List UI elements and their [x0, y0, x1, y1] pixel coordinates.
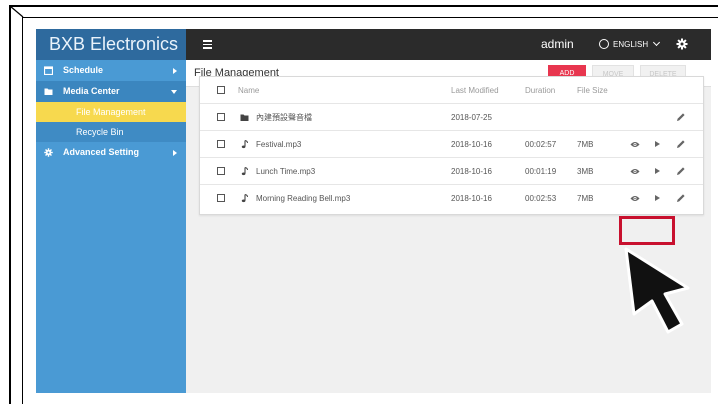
- sidebar-item-recycle-bin[interactable]: Recycle Bin: [36, 122, 186, 142]
- column-header-duration[interactable]: Duration: [525, 77, 555, 104]
- music-note-icon: [241, 194, 248, 203]
- file-name[interactable]: Morning Reading Bell.mp3: [256, 185, 350, 212]
- frame-top-border: [9, 5, 718, 7]
- column-header-file-size[interactable]: File Size: [577, 77, 608, 104]
- file-size: 3MB: [577, 167, 594, 176]
- brand-logo[interactable]: BXB Electronics: [36, 29, 186, 60]
- file-table: Name Last Modified Duration File Size 內建…: [199, 76, 704, 215]
- row-checkbox[interactable]: [217, 167, 225, 175]
- file-name[interactable]: 內建預設聲音檔: [256, 104, 312, 131]
- caret-right-icon: [173, 68, 177, 74]
- folder-icon: [44, 88, 53, 95]
- globe-icon: [599, 38, 609, 49]
- frame-inner-left-border: [22, 17, 23, 404]
- sidebar-item-media-center[interactable]: Media Center: [36, 81, 186, 102]
- duration: 00:02:53: [525, 194, 557, 203]
- last-modified: 2018-10-16: [451, 194, 492, 203]
- table-row[interactable]: Morning Reading Bell.mp3 2018-10-16 00:0…: [200, 185, 703, 212]
- file-name[interactable]: Festival.mp3: [256, 131, 301, 158]
- sidebar-item-label: Schedule: [63, 65, 104, 75]
- row-checkbox[interactable]: [217, 140, 225, 148]
- frame-corner-line: [9, 5, 24, 18]
- gear-icon: [44, 148, 53, 157]
- settings-gear-icon[interactable]: [676, 38, 688, 50]
- sidebar-item-schedule[interactable]: Schedule: [36, 60, 186, 81]
- sidebar: BXB Electronics Schedule Media Center Fi…: [36, 29, 186, 393]
- table-header-row: Name Last Modified Duration File Size: [200, 77, 703, 104]
- highlight-box: [619, 216, 675, 245]
- eye-icon[interactable]: [630, 195, 640, 202]
- caret-right-icon: [173, 150, 177, 156]
- calendar-icon: [44, 66, 53, 75]
- column-header-last-modified[interactable]: Last Modified: [451, 77, 499, 104]
- play-icon[interactable]: [655, 141, 660, 147]
- menu-icon[interactable]: [203, 40, 212, 49]
- folder-icon: [240, 114, 249, 121]
- last-modified: 2018-10-16: [451, 140, 492, 149]
- table-row[interactable]: Festival.mp3 2018-10-16 00:02:57 7MB: [200, 131, 703, 158]
- row-checkbox[interactable]: [217, 113, 225, 121]
- frame-left-border: [9, 5, 11, 404]
- select-all-checkbox[interactable]: [217, 86, 225, 94]
- language-selector[interactable]: ENGLISH: [599, 29, 661, 60]
- row-checkbox[interactable]: [217, 194, 225, 202]
- music-note-icon: [241, 140, 248, 149]
- sidebar-item-label: Advanced Setting: [63, 147, 140, 157]
- sidebar-item-advanced-setting[interactable]: Advanced Setting: [36, 142, 186, 163]
- pencil-icon[interactable]: [676, 139, 686, 149]
- column-header-name[interactable]: Name: [238, 77, 259, 104]
- language-label: ENGLISH: [613, 40, 649, 49]
- music-note-icon: [241, 167, 248, 176]
- frame-inner-top-border: [22, 17, 718, 18]
- app-window: BXB Electronics Schedule Media Center Fi…: [36, 29, 711, 393]
- last-modified: 2018-07-25: [451, 113, 492, 122]
- eye-icon[interactable]: [630, 168, 640, 175]
- top-bar: admin ENGLISH: [186, 29, 711, 60]
- pencil-icon[interactable]: [676, 193, 686, 203]
- duration: 00:02:57: [525, 140, 557, 149]
- play-icon[interactable]: [655, 195, 660, 201]
- pencil-icon[interactable]: [676, 112, 686, 122]
- caret-down-icon: [171, 90, 177, 94]
- pencil-icon[interactable]: [676, 166, 686, 176]
- file-size: 7MB: [577, 140, 594, 149]
- table-row[interactable]: 內建預設聲音檔 2018-07-25: [200, 104, 703, 131]
- file-size: 7MB: [577, 194, 594, 203]
- sidebar-item-file-management[interactable]: File Management: [36, 102, 186, 122]
- user-name[interactable]: admin: [541, 29, 574, 60]
- play-icon[interactable]: [655, 168, 660, 174]
- duration: 00:01:19: [525, 167, 557, 176]
- last-modified: 2018-10-16: [451, 167, 492, 176]
- pointer-cursor-icon: [624, 247, 690, 334]
- chevron-down-icon: [653, 38, 661, 47]
- eye-icon[interactable]: [630, 141, 640, 148]
- file-name[interactable]: Lunch Time.mp3: [256, 158, 315, 185]
- table-row[interactable]: Lunch Time.mp3 2018-10-16 00:01:19 3MB: [200, 158, 703, 185]
- sidebar-item-label: Media Center: [63, 86, 120, 96]
